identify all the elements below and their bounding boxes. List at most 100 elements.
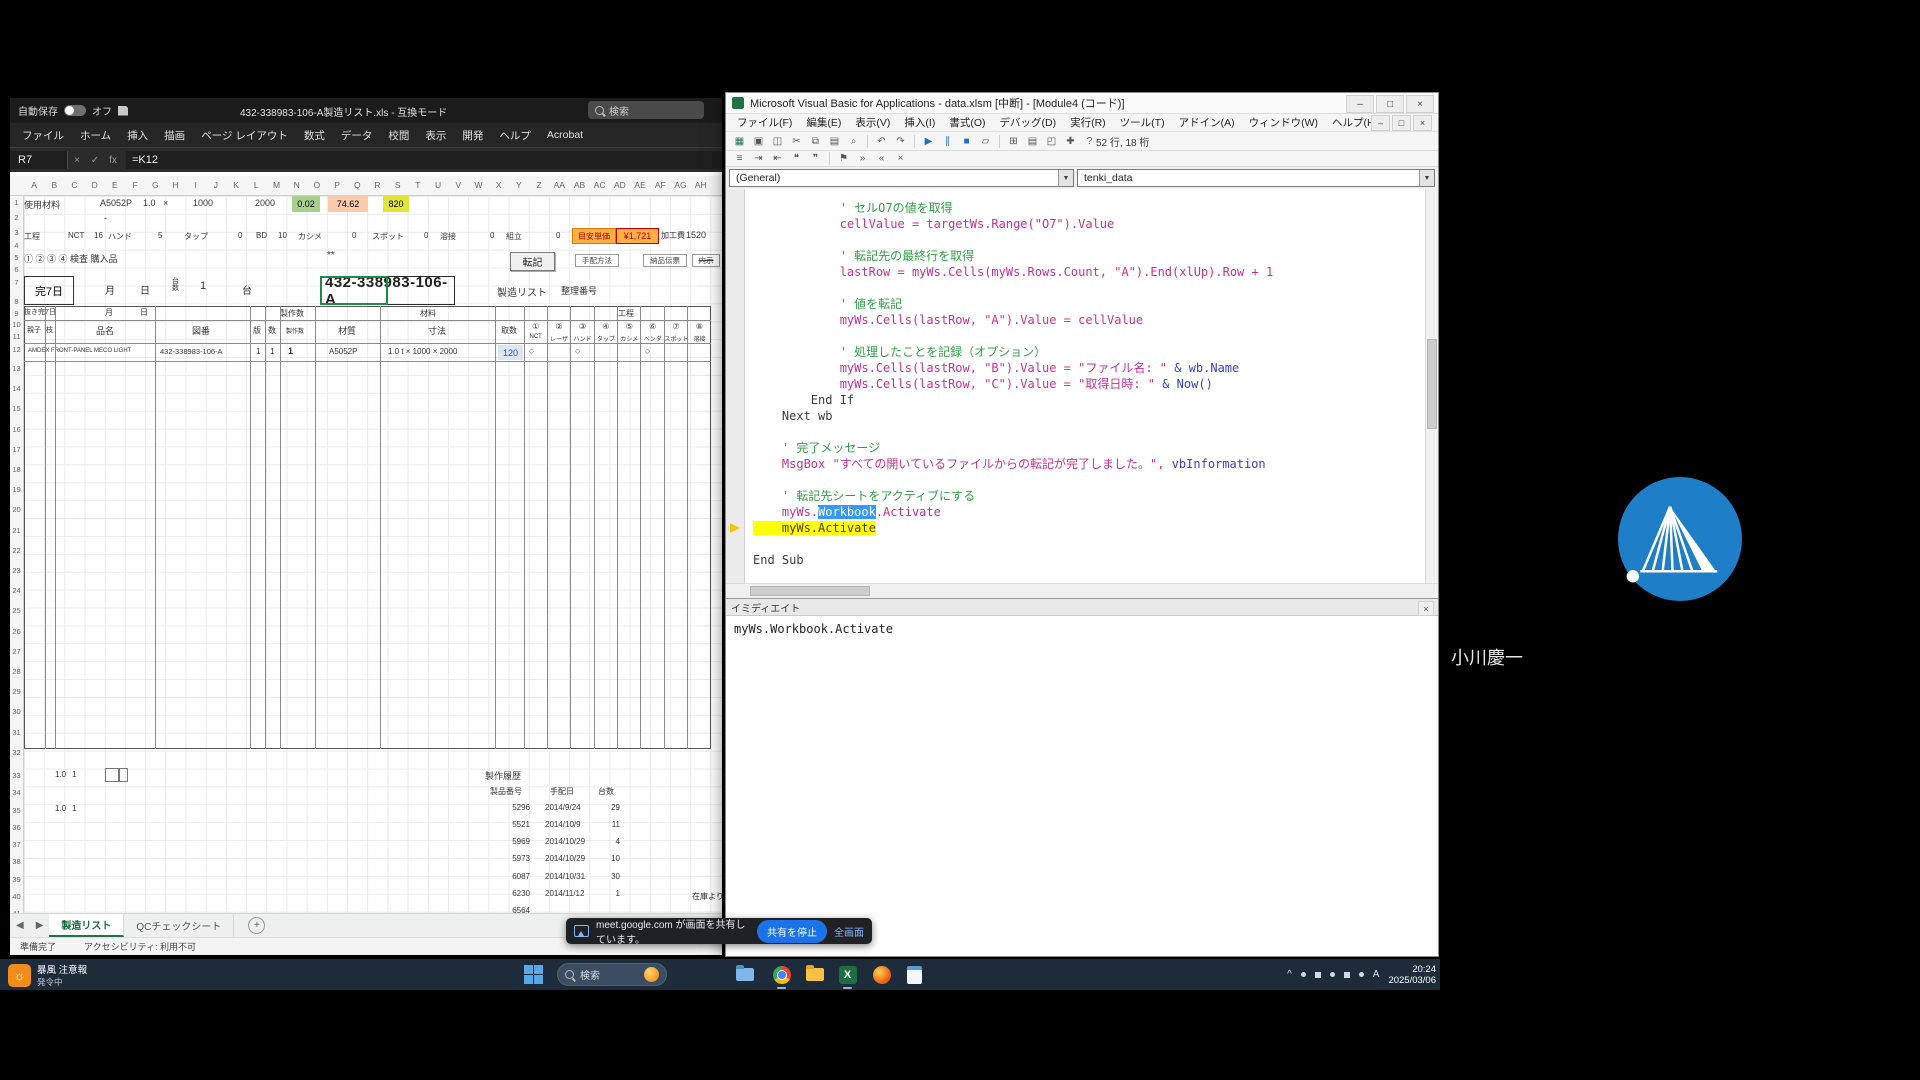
column-header-Q[interactable]: Q	[347, 180, 367, 194]
row-header-24[interactable]: 24	[10, 586, 23, 595]
cell-r3-16[interactable]: 0	[556, 231, 560, 240]
ime-indicator[interactable]: A	[1373, 969, 1380, 980]
hidden-icons-caret[interactable]: ^	[1287, 969, 1292, 980]
fullscreen-link[interactable]: 全画面	[834, 924, 864, 939]
row35-val1[interactable]: 1.0	[55, 804, 66, 813]
tray-icon[interactable]	[1315, 972, 1321, 978]
chrome-button[interactable]	[769, 962, 794, 987]
vba-titlebar[interactable]: Microsoft Visual Basic for Applications …	[726, 93, 1438, 114]
order-method-cell[interactable]: 手配方法	[575, 254, 619, 267]
tray-icon[interactable]	[1330, 972, 1335, 977]
row12-part-name[interactable]: AMDEX FRONT-PANEL MECO LIGHT	[28, 348, 131, 354]
view-excel-icon[interactable]: ▦	[731, 134, 748, 149]
code-line[interactable]: lastRow = myWs.Cells(myWs.Rows.Count, "A…	[753, 264, 1273, 280]
row-header-39[interactable]: 39	[10, 875, 23, 884]
ribbon-tab-ヘルプ[interactable]: ヘルプ	[491, 124, 539, 147]
row-header-19[interactable]: 19	[10, 485, 23, 494]
transfer-macro-button[interactable]: 転記	[510, 252, 555, 271]
code-line[interactable]: myWs.Activate	[753, 520, 876, 536]
menu-挿入(I)[interactable]: 挿入(I)	[897, 113, 942, 132]
column-header-K[interactable]: K	[226, 180, 246, 194]
row-header-27[interactable]: 27	[10, 647, 23, 656]
name-box[interactable]: R7	[10, 151, 68, 169]
row-header-28[interactable]: 28	[10, 667, 23, 676]
comment-block-icon[interactable]: ❝	[788, 151, 805, 166]
module-close-button[interactable]: ×	[1413, 115, 1432, 131]
row12-material[interactable]: A5052P	[329, 347, 357, 356]
scrollbar-thumb[interactable]	[1427, 339, 1437, 429]
column-header-Z[interactable]: Z	[529, 180, 549, 194]
cell-r3-5[interactable]: タップ	[184, 231, 208, 242]
close-button[interactable]: ×	[1406, 95, 1434, 113]
code-line[interactable]: End Sub	[753, 552, 804, 568]
row-header-35[interactable]: 35	[10, 806, 23, 815]
cell-s1[interactable]: 820	[383, 196, 409, 212]
cancel-icon[interactable]: ×	[68, 155, 86, 166]
cell-r3-2[interactable]: 16	[94, 231, 103, 240]
ribbon-tab-データ[interactable]: データ	[333, 124, 381, 147]
column-header-J[interactable]: J	[206, 180, 226, 194]
row-header-14[interactable]: 14	[10, 384, 23, 393]
row-header-29[interactable]: 29	[10, 687, 23, 696]
row-header-5[interactable]: 5	[10, 253, 23, 262]
immediate-window[interactable]: イミディエイト × myWs.Workbook.Activate	[726, 598, 1438, 956]
cell-r3-7[interactable]: BD	[256, 231, 267, 240]
menu-編集(E)[interactable]: 編集(E)	[799, 113, 848, 132]
row-header-13[interactable]: 13	[10, 364, 23, 373]
procedure-dropdown[interactable]: tenki_data ▼	[1077, 169, 1435, 187]
ribbon-tab-描画[interactable]: 描画	[156, 124, 193, 147]
tray-icon[interactable]	[1359, 972, 1364, 977]
column-header-AE[interactable]: AE	[630, 180, 650, 194]
row-header-23[interactable]: 23	[10, 566, 23, 575]
row12-make[interactable]: 1	[288, 346, 293, 356]
code-editor[interactable]: ' セルO7の値を取得 cellValue = targetWs.Range("…	[745, 189, 1425, 583]
code-line[interactable]: ' 値を転記	[753, 296, 902, 312]
save-icon[interactable]	[118, 106, 128, 116]
code-line[interactable]: Next wb	[753, 408, 832, 424]
delivery-slip-cell[interactable]: 納品伝票	[643, 254, 687, 267]
row-header-4[interactable]: 4	[10, 241, 23, 250]
row12-drawing[interactable]: 432-338983-106-A	[160, 347, 223, 356]
row-header-10[interactable]: 10	[10, 320, 23, 329]
ribbon-tab-開発[interactable]: 開発	[454, 124, 491, 147]
row-header-40[interactable]: 40	[10, 892, 23, 901]
paste-icon[interactable]: ▤	[826, 134, 843, 149]
ribbon-tab-Acrobat[interactable]: Acrobat	[539, 125, 591, 145]
column-header-W[interactable]: W	[468, 180, 488, 194]
redo-icon[interactable]: ↷	[892, 134, 909, 149]
list-properties-icon[interactable]: ≡	[731, 151, 748, 166]
cell-r3-13[interactable]: 溶接	[440, 231, 456, 242]
tray-icon[interactable]	[1301, 972, 1306, 977]
row-header-7[interactable]: 7	[10, 278, 23, 287]
row-header-3[interactable]: 3	[10, 228, 23, 237]
cell-r1-5[interactable]: 2000	[255, 198, 275, 208]
row-header-11[interactable]: 11	[10, 332, 23, 341]
row33-box[interactable]	[119, 768, 128, 782]
column-header-H[interactable]: H	[165, 180, 185, 194]
column-header-AA[interactable]: AA	[549, 180, 569, 194]
code-line[interactable]: ' 処理したことを記録（オプション）	[753, 344, 1046, 360]
cell-r1-0[interactable]: 使用材料	[24, 198, 60, 211]
unit-price-label-cell[interactable]: 目安単価	[572, 228, 616, 244]
participant-tile[interactable]: 小川慶一	[1440, 386, 1920, 808]
column-header-I[interactable]: I	[186, 180, 206, 194]
column-header-V[interactable]: V	[448, 180, 468, 194]
ribbon-tab-ファイル[interactable]: ファイル	[14, 124, 72, 147]
break-icon[interactable]: ∥	[939, 134, 956, 149]
menu-書式(O)[interactable]: 書式(O)	[942, 113, 992, 132]
menu-実行(R)[interactable]: 実行(R)	[1063, 113, 1113, 132]
row-header-38[interactable]: 38	[10, 857, 23, 866]
toggle-bookmark-icon[interactable]: ⚑	[835, 151, 852, 166]
menu-ファイル(F)[interactable]: ファイル(F)	[730, 113, 799, 132]
row-header-37[interactable]: 37	[10, 840, 23, 849]
row33-val2[interactable]: 1	[72, 770, 76, 779]
column-header-Y[interactable]: Y	[509, 180, 529, 194]
row12-mark-bender[interactable]: ○	[645, 346, 650, 356]
cell-r3-0[interactable]: 工程	[24, 231, 40, 242]
code-vertical-scrollbar[interactable]	[1425, 189, 1438, 583]
copy-icon[interactable]: ⧉	[807, 134, 824, 149]
cell-r3-14[interactable]: 0	[490, 231, 494, 240]
dropdown-icon[interactable]: ▼	[1419, 170, 1434, 186]
column-header-P[interactable]: P	[327, 180, 347, 194]
column-header-N[interactable]: N	[287, 180, 307, 194]
